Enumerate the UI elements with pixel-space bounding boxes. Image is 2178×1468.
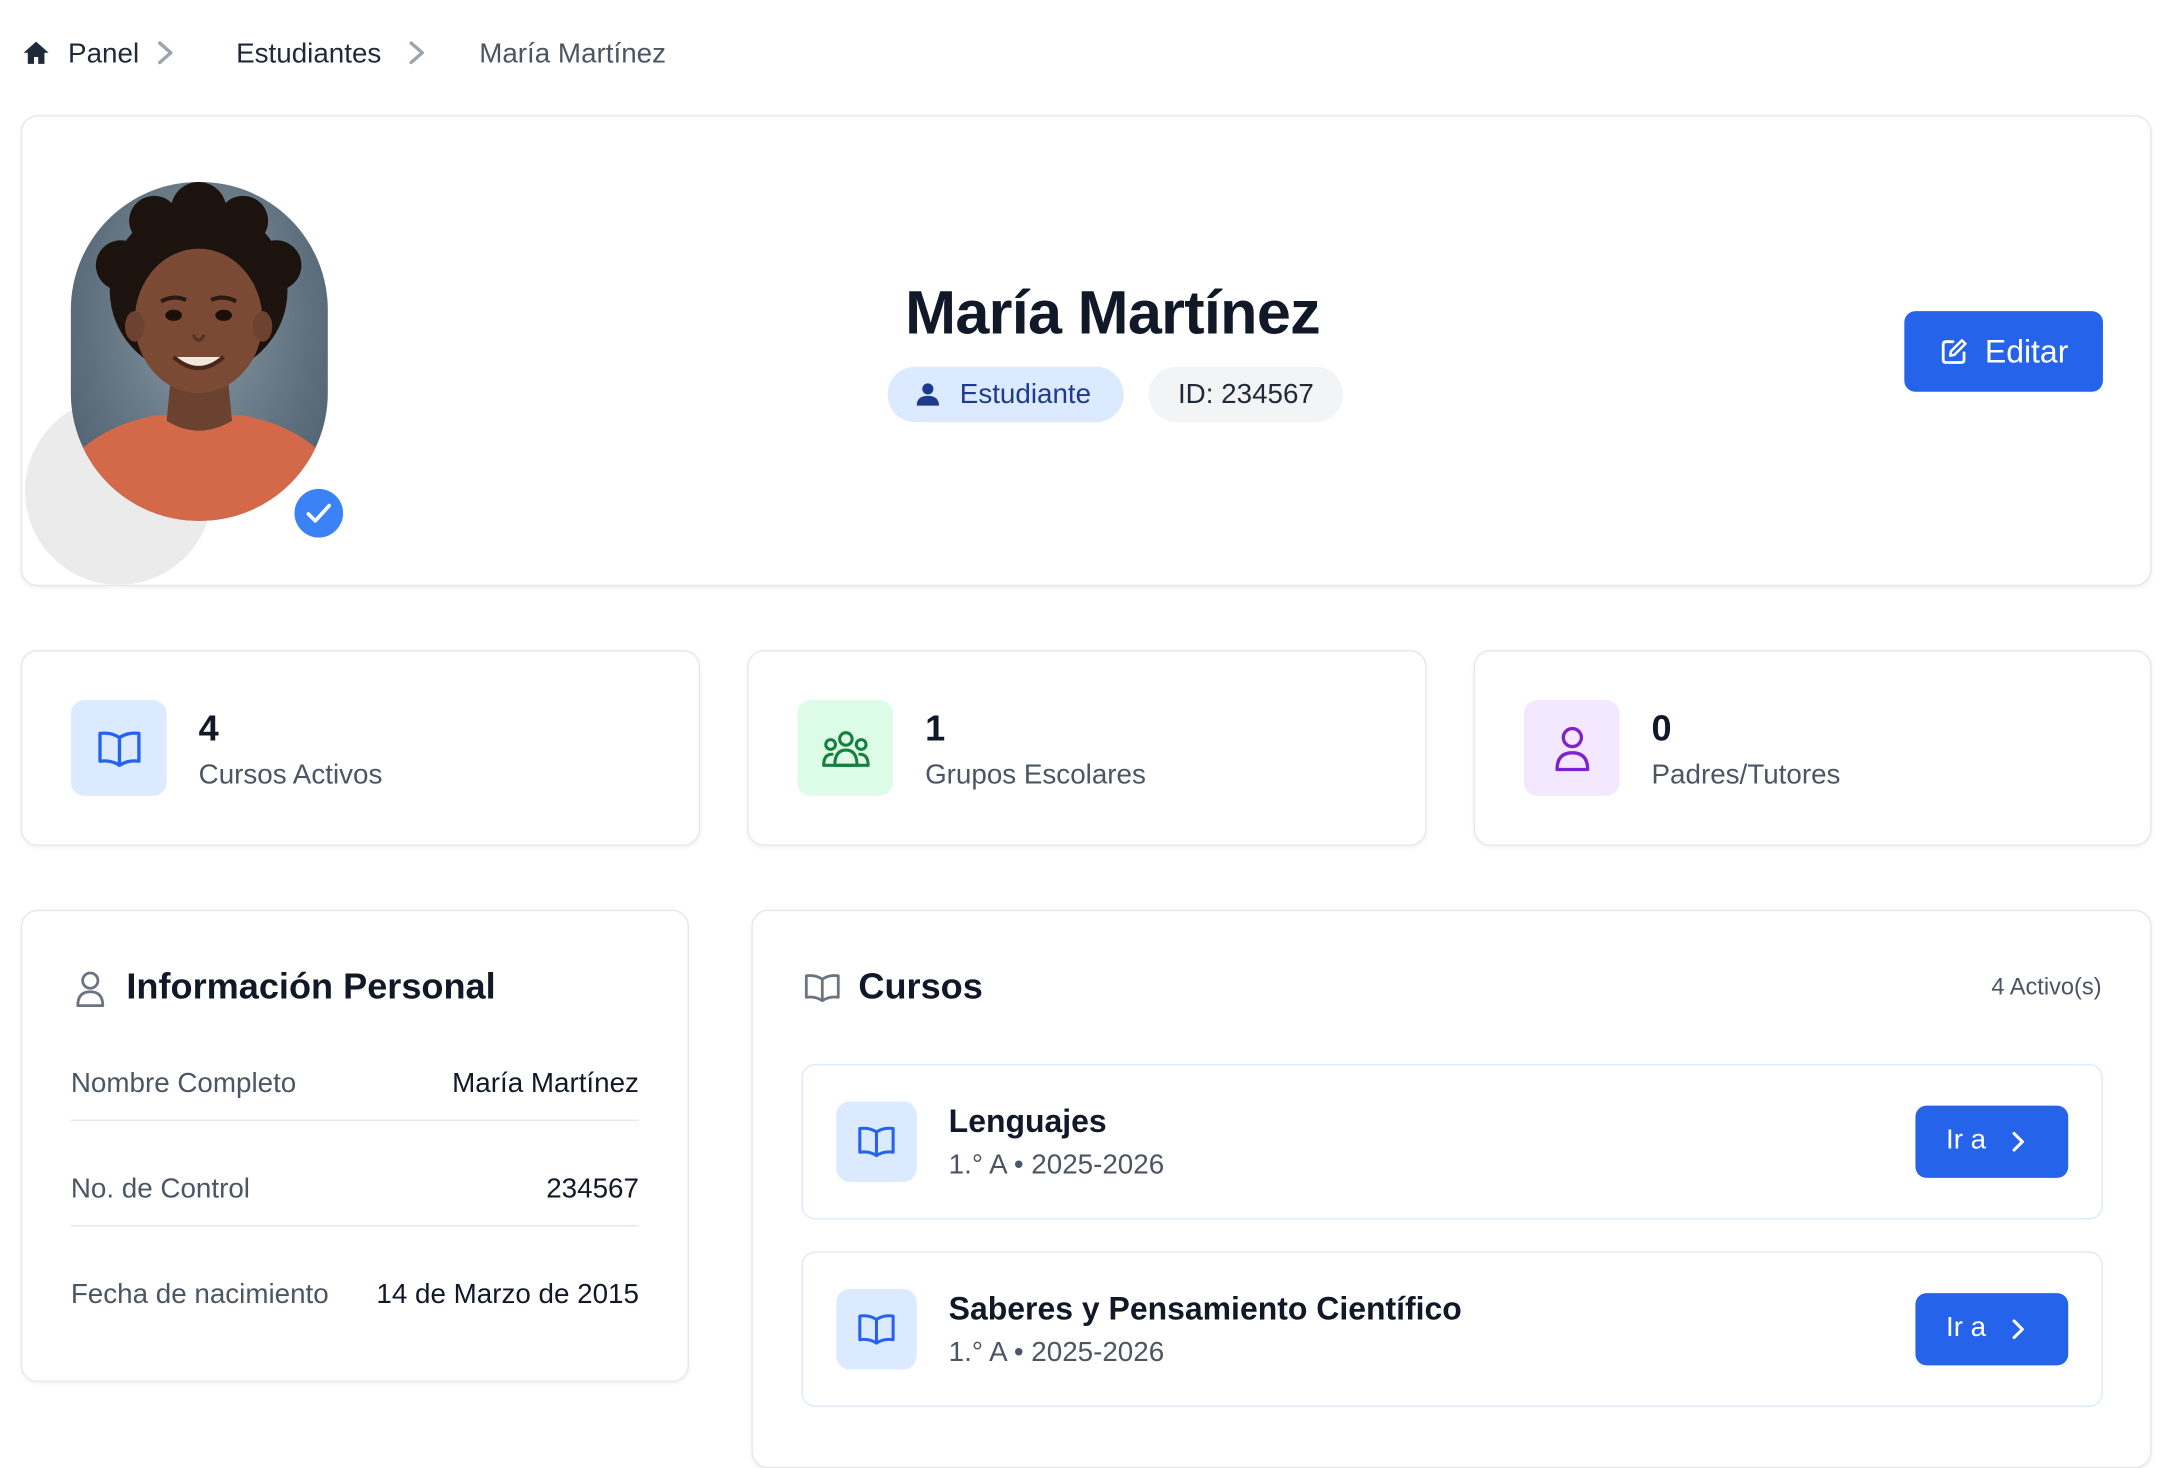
user-icon <box>76 971 105 1008</box>
field-label: Fecha de nacimiento <box>70 1279 329 1310</box>
breadcrumb-current: María Martínez <box>479 38 667 70</box>
breadcrumb-panel[interactable]: Panel <box>68 36 139 72</box>
go-to-course-button[interactable]: Ir a <box>1915 1293 2069 1366</box>
active-count: 4 Activo(s) <box>1991 973 2102 1001</box>
field-label: Nombre Completo <box>70 1068 297 1099</box>
stat-icon-box <box>797 700 894 796</box>
course-item: Saberes y Pensamiento Científico 1.° A •… <box>801 1251 2103 1408</box>
avatar <box>70 181 328 521</box>
stat-icon-box <box>1523 700 1620 796</box>
users-group-icon <box>822 731 870 767</box>
book-open-icon <box>858 1126 895 1158</box>
verified-badge <box>294 488 344 538</box>
role-badge: Estudiante <box>887 366 1124 423</box>
stat-card-parents: 0 Padres/Tutores <box>1473 650 2152 846</box>
home-icon[interactable] <box>22 39 50 67</box>
role-label: Estudiante <box>959 379 1092 410</box>
chevron-right-icon <box>2012 1131 2024 1152</box>
profile-card: María Martínez Estudiante ID: 234567 Edi… <box>20 115 2152 587</box>
divider <box>70 1119 639 1121</box>
book-open-icon <box>858 1314 895 1345</box>
course-icon-box <box>836 1101 917 1183</box>
stat-label: Grupos Escolares <box>925 759 1146 791</box>
field-value: 14 de Marzo de 2015 <box>376 1279 639 1310</box>
chevron-right-icon <box>2012 1319 2024 1340</box>
personal-info-card: Información Personal Nombre Completo Mar… <box>20 909 689 1383</box>
check-icon <box>306 503 331 523</box>
user-icon <box>916 383 939 406</box>
stat-value: 1 <box>925 707 946 749</box>
courses-card: Cursos 4 Activo(s) Lenguajes 1.° A • 202… <box>751 909 2152 1468</box>
course-subtitle: 1.° A • 2025-2026 <box>948 1150 1165 1181</box>
course-icon-box <box>836 1288 917 1370</box>
edit-icon <box>1941 339 1967 364</box>
section-title: Información Personal <box>126 965 496 1008</box>
stat-value: 4 <box>198 707 219 749</box>
student-photo <box>70 181 328 521</box>
stat-label: Padres/Tutores <box>1651 759 1841 791</box>
breadcrumb-students[interactable]: Estudiantes <box>236 36 381 72</box>
go-to-course-button[interactable]: Ir a <box>1915 1105 2069 1178</box>
stat-value: 0 <box>1651 707 1672 749</box>
id-badge: ID: 234567 <box>1148 366 1344 423</box>
section-title: Cursos <box>858 965 983 1008</box>
go-label: Ir a <box>1945 1125 1987 1156</box>
course-title: Lenguajes <box>948 1102 1107 1139</box>
edit-button[interactable]: Editar <box>1904 311 2103 392</box>
field-value: María Martínez <box>452 1068 639 1099</box>
course-subtitle: 1.° A • 2025-2026 <box>948 1337 1165 1369</box>
stat-label: Cursos Activos <box>198 759 383 791</box>
chevron-right-icon <box>158 41 173 65</box>
course-item: Lenguajes 1.° A • 2025-2026 Ir a <box>801 1063 2103 1220</box>
go-label: Ir a <box>1945 1312 1987 1344</box>
student-name: María Martínez <box>905 279 1321 348</box>
stat-icon-box <box>70 700 167 796</box>
user-icon <box>1555 726 1590 772</box>
edit-label: Editar <box>1984 333 2069 370</box>
chevron-right-icon <box>409 41 424 65</box>
field-value: 234567 <box>546 1173 639 1205</box>
stat-card-courses: 4 Cursos Activos <box>20 650 701 846</box>
book-open-icon <box>98 731 141 768</box>
book-open-icon <box>804 974 840 1003</box>
stat-card-groups: 1 Grupos Escolares <box>747 650 1427 846</box>
field-label: No. de Control <box>70 1173 250 1205</box>
course-title: Saberes y Pensamiento Científico <box>948 1290 1462 1327</box>
divider <box>70 1225 639 1227</box>
